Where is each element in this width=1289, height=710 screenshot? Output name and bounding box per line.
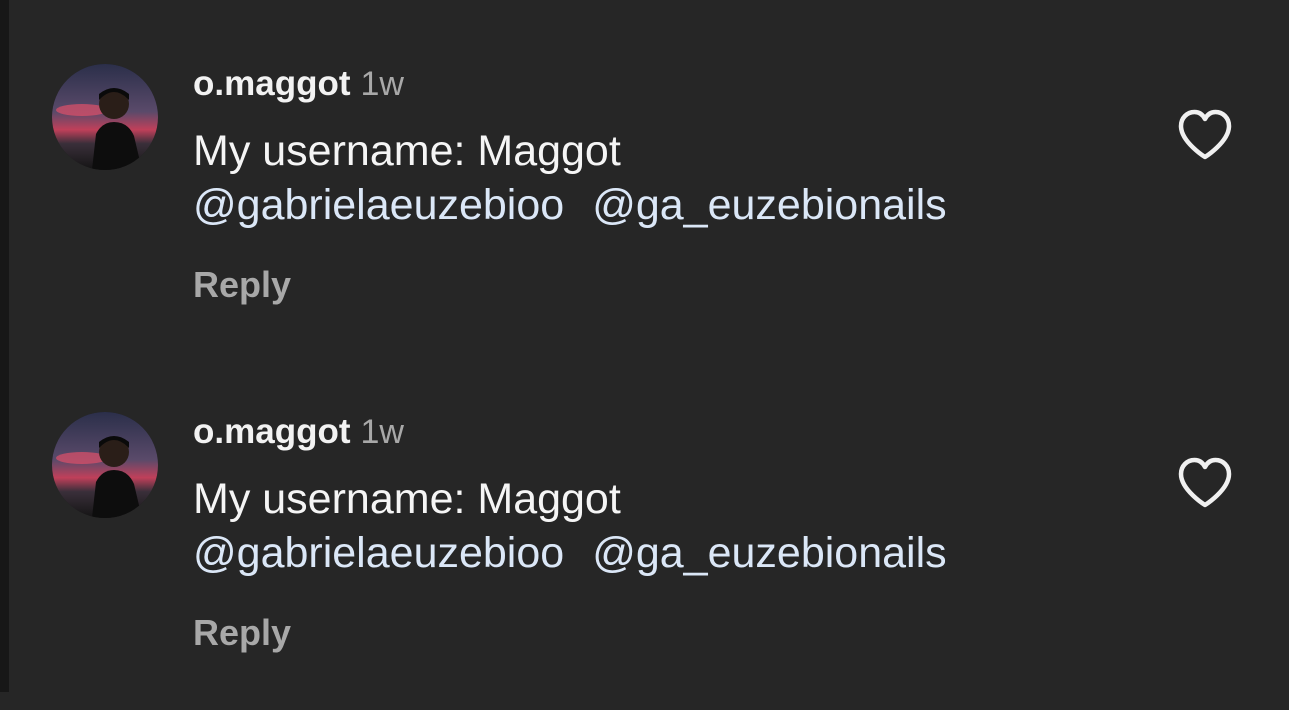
mention-link[interactable]: @ga_euzebionails bbox=[592, 181, 946, 229]
reply-button[interactable]: Reply bbox=[193, 262, 291, 308]
username-link[interactable]: o.maggot bbox=[193, 64, 350, 103]
comment-header: o.maggot 1w bbox=[193, 62, 404, 106]
comment-item: o.maggot 1w My username: Maggot @gabriela… bbox=[0, 410, 1289, 710]
heart-icon[interactable] bbox=[1176, 108, 1234, 162]
comment-text: My username: Maggot bbox=[193, 127, 621, 175]
mention-link[interactable]: @gabrielaeuzebioo bbox=[193, 181, 564, 229]
comment-item: o.maggot 1w My username: Maggot @gabriela… bbox=[0, 62, 1289, 362]
heart-icon[interactable] bbox=[1176, 456, 1234, 510]
username-link[interactable]: o.maggot bbox=[193, 412, 350, 451]
avatar[interactable] bbox=[52, 64, 158, 170]
mention-link[interactable]: @gabrielaeuzebioo bbox=[193, 529, 564, 577]
timestamp: 1w bbox=[360, 65, 404, 103]
mention-link[interactable]: @ga_euzebionails bbox=[592, 529, 946, 577]
reply-button[interactable]: Reply bbox=[193, 610, 291, 656]
comment-mentions: @gabrielaeuzebioo @ga_euzebionails bbox=[193, 526, 947, 580]
avatar[interactable] bbox=[52, 412, 158, 518]
comment-text: My username: Maggot bbox=[193, 475, 621, 523]
comment-header: o.maggot 1w bbox=[193, 410, 404, 454]
comment-mentions: @gabrielaeuzebioo @ga_euzebionails bbox=[193, 178, 947, 232]
timestamp: 1w bbox=[360, 413, 404, 451]
